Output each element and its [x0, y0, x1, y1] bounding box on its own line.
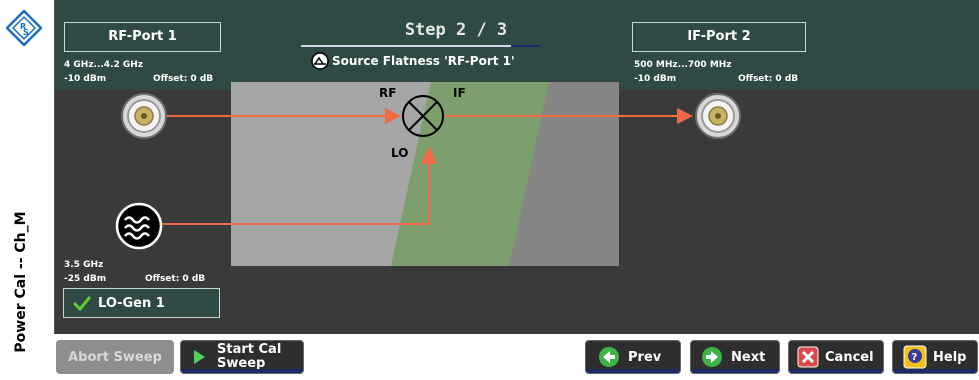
- rohde-schwarz-logo: R S: [6, 10, 42, 46]
- close-icon: [797, 346, 819, 368]
- mixer-rf-label: RF: [379, 86, 397, 100]
- mixer-if-label: IF: [453, 86, 466, 100]
- if-connector-icon: [695, 93, 741, 139]
- signal-arrows: [143, 108, 693, 225]
- button-bar: Abort Sweep Start Cal Sweep Prev Next Ca…: [54, 334, 979, 380]
- sidebar: R S Power Cal -- Ch_M: [0, 0, 54, 380]
- rf-connector-icon: [121, 93, 167, 139]
- play-icon: [194, 350, 205, 364]
- prev-label: Prev: [628, 349, 662, 365]
- arrow-left-icon: [599, 347, 619, 367]
- signal-flow-overlay: [115, 93, 741, 250]
- start-cal-sweep-button[interactable]: Start Cal Sweep: [180, 340, 304, 374]
- next-label: Next: [731, 349, 766, 365]
- cancel-label: Cancel: [825, 349, 874, 365]
- mixer-icon: [402, 95, 444, 137]
- window-vertical-title: Power Cal -- Ch_M: [13, 211, 29, 353]
- next-button[interactable]: Next: [690, 340, 780, 374]
- mixer-lo-label: LO: [391, 146, 409, 160]
- abort-sweep-button[interactable]: Abort Sweep: [56, 340, 174, 374]
- cancel-button[interactable]: Cancel: [788, 340, 884, 374]
- help-label: Help: [933, 349, 967, 365]
- prev-button[interactable]: Prev: [585, 340, 681, 374]
- help-icon: ?: [903, 345, 927, 369]
- abort-sweep-label: Abort Sweep: [68, 349, 162, 365]
- oscillator-icon: [115, 202, 163, 250]
- arrow-right-icon: [702, 347, 722, 367]
- svg-text:?: ?: [912, 352, 918, 363]
- help-button[interactable]: ? Help: [892, 340, 978, 374]
- calibration-panel: RF-Port 1 4 GHz...4.2 GHz -10 dBm Offset…: [54, 0, 979, 334]
- svg-text:S: S: [23, 28, 29, 37]
- start-cal-label-line1: Start Cal: [217, 342, 282, 357]
